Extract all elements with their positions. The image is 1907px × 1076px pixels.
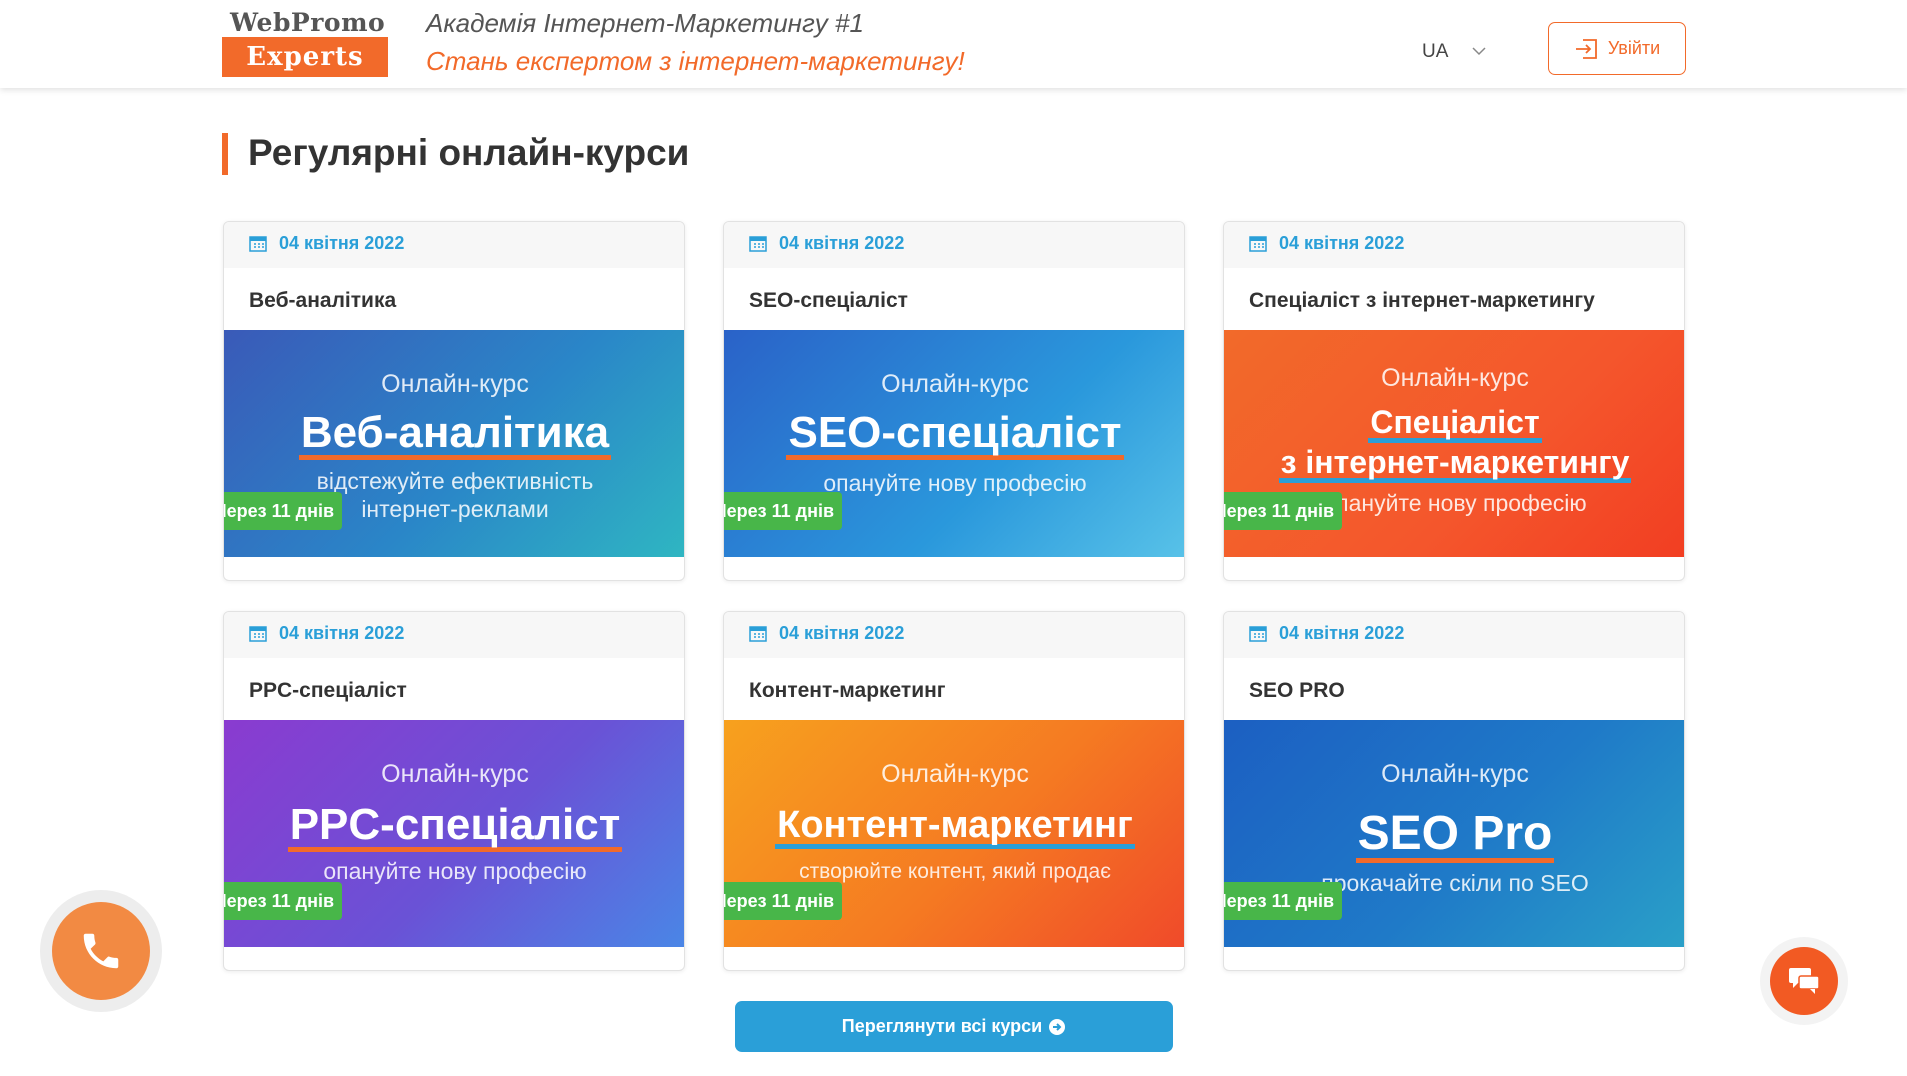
card-image-subtitle: Онлайн-курс	[1381, 364, 1529, 392]
days-left-badge: Через 11 днів	[724, 492, 843, 530]
card-image-title: Веб-аналітика	[224, 408, 684, 460]
course-card[interactable]: 04 квітня 2022 Веб-аналітика Онлайн-курс…	[223, 221, 685, 581]
header-tagline: Академія Інтернет-Маркетингу #1	[426, 8, 864, 38]
course-card[interactable]: 04 квітня 2022 Спеціаліст з інтернет-мар…	[1223, 221, 1685, 581]
login-icon	[1575, 38, 1597, 59]
card-image-title-text: Веб-аналітика	[298, 411, 612, 460]
card-image-title-2: з інтернет-маркетингу	[1224, 444, 1684, 483]
chevron-down-icon[interactable]	[1472, 44, 1486, 58]
card-date-row: 04 квітня 2022	[224, 222, 684, 268]
site-header: WebPromo Experts Академія Інтернет-Марке…	[0, 0, 1907, 88]
card-date-row: 04 квітня 2022	[1224, 612, 1684, 658]
card-image-title-text: SEO Pro	[1355, 810, 1555, 863]
chat-button-inner	[1770, 947, 1838, 1015]
card-image-title-text: Спеціаліст	[1368, 406, 1542, 443]
card-title[interactable]: Контент-маркетинг	[749, 679, 946, 703]
days-left-badge: Через 11 днів	[1224, 492, 1343, 530]
calendar-icon	[1249, 626, 1267, 642]
card-title[interactable]: SEO-спеціаліст	[749, 289, 908, 313]
card-image-subtitle: Онлайн-курс	[381, 370, 529, 398]
view-all-courses-button[interactable]: Переглянути всі курси	[735, 1001, 1173, 1052]
card-image-subtitle: Онлайн-курс	[381, 760, 529, 788]
chat-icon	[1789, 968, 1820, 994]
site-logo[interactable]: WebPromo Experts	[222, 6, 388, 78]
header-subtagline: Стань експертом з інтернет-маркетингу!	[426, 46, 965, 76]
card-title[interactable]: PPC-спеціаліст	[249, 679, 407, 703]
days-left-badge: Через 11 днів	[724, 882, 843, 920]
card-image-title-text: PPC-спеціаліст	[287, 803, 623, 852]
course-card[interactable]: 04 квітня 2022 Контент-маркетинг Онлайн-…	[723, 611, 1185, 971]
card-image-title-text: SEO-спеціаліст	[786, 411, 1124, 460]
course-card[interactable]: 04 квітня 2022 PPC-спеціаліст Онлайн-кур…	[223, 611, 685, 971]
card-image-title: SEO Pro	[1224, 806, 1684, 863]
card-image-title: Контент-маркетинг	[724, 804, 1184, 849]
card-date: 04 квітня 2022	[279, 233, 405, 253]
card-date: 04 квітня 2022	[1279, 623, 1405, 643]
days-left-badge: Через 11 днів	[224, 492, 343, 530]
card-date-row: 04 квітня 2022	[1224, 222, 1684, 268]
call-button[interactable]	[40, 890, 162, 1012]
calendar-icon	[749, 626, 767, 642]
card-date: 04 квітня 2022	[779, 623, 905, 643]
card-date: 04 квітня 2022	[279, 623, 405, 643]
card-title[interactable]: SEO PRO	[1249, 679, 1345, 703]
card-image-title: Спеціаліст	[1224, 404, 1684, 443]
calendar-icon	[1249, 236, 1267, 252]
chat-button[interactable]	[1760, 937, 1848, 1025]
days-left-badge: Через 11 днів	[224, 882, 343, 920]
calendar-icon	[249, 626, 267, 642]
logo-top-text: WebPromo	[230, 8, 386, 37]
call-button-inner	[52, 902, 150, 1000]
card-image-subtitle: Онлайн-курс	[881, 760, 1029, 788]
course-card[interactable]: 04 квітня 2022 SEO-спеціаліст Онлайн-кур…	[723, 221, 1185, 581]
calendar-icon	[249, 236, 267, 252]
card-image-subtitle: Онлайн-курс	[881, 370, 1029, 398]
card-date-row: 04 квітня 2022	[724, 222, 1184, 268]
card-image-title: PPC-спеціаліст	[224, 800, 684, 852]
card-image-title: SEO-спеціаліст	[724, 408, 1184, 460]
card-date-row: 04 квітня 2022	[724, 612, 1184, 658]
calendar-icon	[749, 236, 767, 252]
card-date: 04 квітня 2022	[779, 233, 905, 253]
phone-icon	[83, 933, 119, 969]
card-image-tagline: створюйте контент, який продає	[799, 860, 1111, 883]
login-label: Увійти	[1607, 38, 1661, 58]
card-image-title-text-2: з інтернет-маркетингу	[1278, 446, 1632, 483]
card-image-subtitle: Онлайн-курс	[1381, 760, 1529, 788]
card-image-tagline: відстежуйте ефективність	[316, 468, 594, 494]
card-image-tagline: опануйте нову професію	[323, 858, 587, 884]
logo-bottom-text: Experts	[222, 37, 388, 77]
section-title-accent	[222, 133, 228, 175]
course-card[interactable]: 04 квітня 2022 SEO PRO Онлайн-курс SEO P…	[1223, 611, 1685, 971]
card-date-row: 04 квітня 2022	[224, 612, 684, 658]
section-title: Регулярні онлайн-курси	[248, 132, 690, 173]
arrow-circle-right-icon	[1049, 1018, 1066, 1035]
language-selector[interactable]: UA	[1422, 41, 1448, 63]
card-image-title-text: Контент-маркетинг	[775, 806, 1135, 849]
view-all-label: Переглянути всі курси	[841, 1016, 1043, 1036]
login-button[interactable]: Увійти	[1548, 22, 1686, 75]
card-title[interactable]: Спеціаліст з інтернет-маркетингу	[1249, 289, 1595, 313]
card-date: 04 квітня 2022	[1279, 233, 1405, 253]
days-left-badge: Через 11 днів	[1224, 882, 1343, 920]
card-title[interactable]: Веб-аналітика	[249, 289, 396, 313]
